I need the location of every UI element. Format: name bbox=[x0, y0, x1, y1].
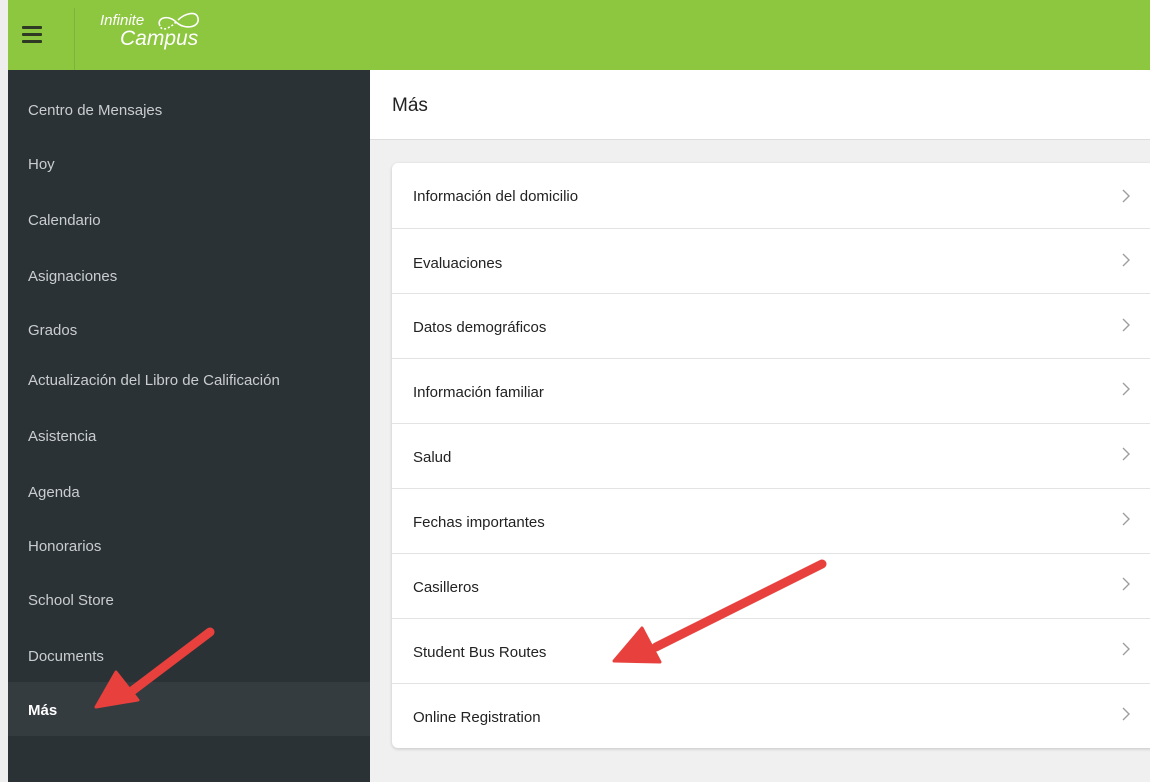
list-item-casilleros[interactable]: Casilleros bbox=[392, 553, 1150, 618]
list-item-fechas-importantes[interactable]: Fechas importantes bbox=[392, 488, 1150, 553]
sidebar-item-label: Asignaciones bbox=[28, 268, 118, 285]
menu-button[interactable] bbox=[8, 8, 74, 70]
page-title: Más bbox=[392, 95, 428, 116]
main-content: Más Información del domicilio Evaluacion… bbox=[370, 70, 1150, 782]
infinity-logo-icon bbox=[158, 12, 199, 30]
chevron-right-icon bbox=[1122, 447, 1130, 461]
sidebar-item-label: Calendario bbox=[28, 212, 101, 229]
hamburger-icon bbox=[22, 26, 42, 29]
chevron-right-icon bbox=[1122, 318, 1130, 332]
topbar-divider bbox=[74, 8, 75, 70]
sidebar-item-calendario[interactable]: Calendario bbox=[8, 190, 370, 244]
sidebar-item-centro-de-mensajes[interactable]: Centro de Mensajes bbox=[8, 82, 370, 136]
list-item-label: Online Registration bbox=[413, 709, 541, 726]
hamburger-icon-bar bbox=[22, 33, 42, 36]
sidebar-item-label: Grados bbox=[28, 322, 78, 339]
list-item-informacion-domicilio[interactable]: Información del domicilio bbox=[392, 163, 1150, 228]
sidebar-item-label: Honorarios bbox=[28, 538, 102, 555]
sidebar-item-label: Actualización del Libro de Calificación bbox=[28, 372, 280, 389]
sidebar: Centro de Mensajes Hoy Calendario Asigna… bbox=[8, 70, 370, 782]
list-item-online-registration[interactable]: Online Registration bbox=[392, 683, 1150, 748]
list-item-label: Información del domicilio bbox=[413, 188, 579, 205]
chevron-right-icon bbox=[1122, 577, 1130, 591]
sidebar-item-label: Centro de Mensajes bbox=[28, 102, 163, 119]
sidebar-item-honorarios[interactable]: Honorarios bbox=[8, 514, 370, 568]
sidebar-item-label: Hoy bbox=[28, 156, 55, 173]
chevron-right-icon bbox=[1122, 253, 1130, 267]
sidebar-item-label: Más bbox=[28, 702, 58, 719]
infinite-campus-logo[interactable]: Infinite Campus bbox=[98, 3, 238, 59]
sidebar-item-mas[interactable]: Más bbox=[8, 682, 370, 736]
chevron-right-icon bbox=[1122, 512, 1130, 526]
list-item-label: Salud bbox=[413, 449, 452, 466]
list-item-salud[interactable]: Salud bbox=[392, 423, 1150, 488]
chevron-right-icon bbox=[1122, 707, 1130, 721]
list-item-student-bus-routes[interactable]: Student Bus Routes bbox=[392, 618, 1150, 683]
sidebar-item-hoy[interactable]: Hoy bbox=[8, 136, 370, 190]
list-item-label: Fechas importantes bbox=[413, 514, 545, 531]
top-bar: Infinite Campus bbox=[8, 0, 1150, 70]
sidebar-item-asistencia[interactable]: Asistencia bbox=[8, 406, 370, 460]
sidebar-item-grados[interactable]: Grados bbox=[8, 298, 370, 352]
sidebar-item-school-store[interactable]: School Store bbox=[8, 568, 370, 622]
chevron-right-icon bbox=[1122, 642, 1130, 656]
chevron-right-icon bbox=[1122, 189, 1130, 203]
sidebar-item-label: Asistencia bbox=[28, 428, 97, 445]
list-item-label: Casilleros bbox=[413, 579, 479, 596]
sidebar-item-label: Agenda bbox=[28, 484, 80, 501]
hamburger-icon-bar bbox=[22, 40, 42, 43]
list-item-datos-demograficos[interactable]: Datos demográficos bbox=[392, 293, 1150, 358]
more-options-list: Información del domicilio Evaluaciones D… bbox=[392, 163, 1150, 748]
list-item-label: Información familiar bbox=[413, 384, 544, 401]
sidebar-item-documents[interactable]: Documents bbox=[8, 622, 370, 676]
page-header: Más bbox=[370, 70, 1150, 140]
chevron-right-icon bbox=[1122, 382, 1130, 396]
sidebar-item-agenda[interactable]: Agenda bbox=[8, 460, 370, 514]
list-item-label: Student Bus Routes bbox=[413, 644, 547, 661]
list-item-informacion-familiar[interactable]: Información familiar bbox=[392, 358, 1150, 423]
list-item-label: Datos demográficos bbox=[413, 319, 547, 336]
sidebar-item-asignaciones[interactable]: Asignaciones bbox=[8, 244, 370, 298]
list-item-label: Evaluaciones bbox=[413, 255, 503, 272]
sidebar-item-label: School Store bbox=[28, 592, 114, 609]
sidebar-item-label: Documents bbox=[28, 648, 104, 665]
sidebar-item-actualizacion-libro[interactable]: Actualización del Libro de Calificación bbox=[8, 352, 370, 406]
list-item-evaluaciones[interactable]: Evaluaciones bbox=[392, 228, 1150, 293]
